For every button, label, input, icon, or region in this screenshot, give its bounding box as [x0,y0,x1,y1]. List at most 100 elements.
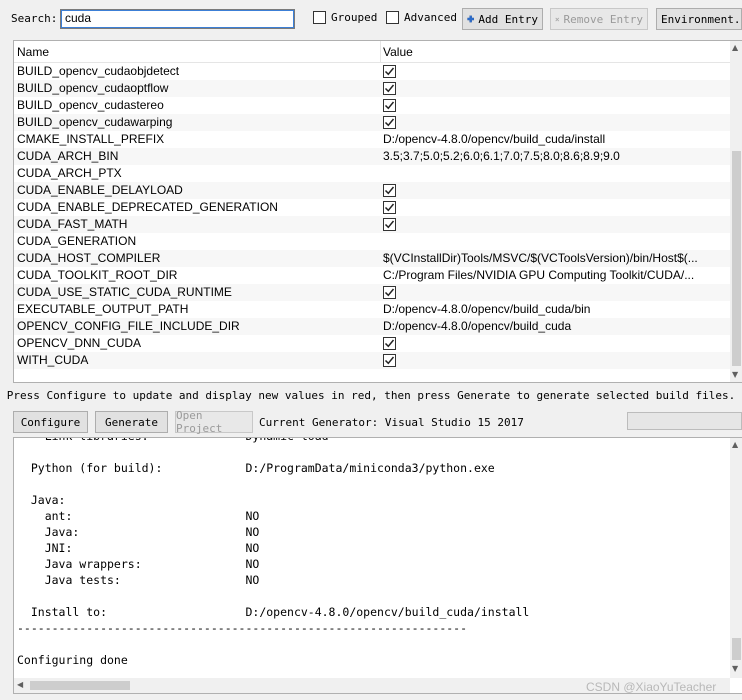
variable-value[interactable]: 3.5;3.7;5.0;5.2;6.0;6.1;7.0;7.5;8.0;8.6;… [383,149,728,163]
variable-name: OPENCV_CONFIG_FILE_INCLUDE_DIR [17,319,240,333]
variable-value[interactable]: D:/opencv-4.8.0/opencv/build_cuda/instal… [383,132,728,146]
table-scrollbar-thumb[interactable] [732,151,741,366]
log-scrollbar-thumb[interactable] [732,638,741,660]
variable-value[interactable]: C:/Program Files/NVIDIA GPU Computing To… [383,268,728,282]
variable-name: CMAKE_INSTALL_PREFIX [17,132,165,146]
variable-name: BUILD_opencv_cudawarping [17,115,173,129]
log-scroll-left-arrow-icon[interactable]: ◀ [17,680,23,689]
environment-label: Environment... [661,12,741,26]
value-checkbox[interactable] [383,99,396,112]
value-checkbox[interactable] [383,337,396,350]
log-horizontal-scrollbar-thumb[interactable] [30,681,130,690]
value-checkbox[interactable] [383,286,396,299]
checkmark-icon [384,67,395,76]
variable-name: CUDA_HOST_COMPILER [17,251,161,265]
generate-button[interactable]: Generate [95,411,168,433]
table-row[interactable]: BUILD_opencv_cudaoptflow [14,80,730,97]
table-row[interactable]: CUDA_GENERATION [14,233,730,250]
table-row[interactable]: CUDA_TOOLKIT_ROOT_DIR C:/Program Files/NV… [14,267,730,284]
advanced-checkbox[interactable]: Advanced [386,11,457,24]
variable-value[interactable]: D:/opencv-4.8.0/opencv/build_cuda [383,319,728,333]
output-log[interactable]: Link libraries: Dynamic load Python (for… [13,437,742,694]
value-checkbox[interactable] [383,354,396,367]
scroll-down-arrow-icon[interactable]: ▼ [732,370,738,379]
column-header-value[interactable]: Value [383,45,413,59]
checkmark-icon [384,203,395,212]
table-row[interactable]: OPENCV_CONFIG_FILE_INCLUDE_DIR D:/opencv-… [14,318,730,335]
table-row[interactable]: CMAKE_INSTALL_PREFIX D:/opencv-4.8.0/open… [14,131,730,148]
search-label: Search: [11,12,58,25]
log-lines: Link libraries: Dynamic load Python (for… [17,438,529,668]
add-entry-button[interactable]: Add Entry [462,8,543,30]
log-scrollbar[interactable]: ▲ ▼ [730,438,742,678]
checkmark-icon [384,186,395,195]
variable-value[interactable]: $(VCInstallDir)Tools/MSVC/$(VCToolsVersi… [383,251,728,265]
add-entry-label: Add Entry [478,12,538,26]
checkmark-icon [384,84,395,93]
search-input[interactable]: cuda [60,9,295,29]
variable-name: CUDA_ENABLE_DELAYLOAD [17,183,183,197]
log-scroll-down-arrow-icon[interactable]: ▼ [732,664,738,673]
log-line: Java: NO [17,525,260,539]
table-row[interactable]: CUDA_ARCH_BIN 3.5;3.7;5.0;5.2;6.0;6.1;7.0… [14,148,730,165]
log-line: Configuring done [17,653,128,667]
table-row[interactable]: OPENCV_DNN_CUDA [14,335,730,352]
variable-name: EXECUTABLE_OUTPUT_PATH [17,302,189,316]
table-row[interactable]: BUILD_opencv_cudaobjdetect [14,63,730,80]
scroll-up-arrow-icon[interactable]: ▲ [732,43,738,52]
variable-name: BUILD_opencv_cudastereo [17,98,164,112]
value-checkbox[interactable] [383,184,396,197]
column-separator[interactable] [380,41,381,63]
checkmark-icon [384,118,395,127]
remove-icon [555,17,560,21]
table-row[interactable]: WITH_CUDA [14,352,730,369]
progress-bar [627,412,742,430]
log-line: Java tests: NO [17,573,260,587]
value-checkbox[interactable] [383,218,396,231]
table-rows: BUILD_opencv_cudaobjdetect BUILD_opencv_c… [14,63,730,369]
variable-name: CUDA_TOOLKIT_ROOT_DIR [17,268,178,282]
open-project-button[interactable]: Open Project [175,409,253,435]
table-row[interactable]: BUILD_opencv_cudastereo [14,97,730,114]
log-line: JNI: NO [17,541,260,555]
current-generator-label: Current Generator: Visual Studio 15 2017 [259,416,524,429]
variable-name: OPENCV_DNN_CUDA [17,336,142,350]
remove-entry-button[interactable]: Remove Entry [550,8,648,30]
log-line: Java wrappers: NO [17,557,260,571]
variable-name: WITH_CUDA [17,353,89,367]
grouped-label: Grouped [331,11,378,24]
table-scrollbar[interactable]: ▲ ▼ [730,41,742,382]
log-scroll-up-arrow-icon[interactable]: ▲ [732,440,738,449]
variable-name: CUDA_ENABLE_DEPRECATED_GENERATION [17,200,278,214]
column-header-name[interactable]: Name [17,45,49,59]
environment-button[interactable]: Environment... [656,8,742,30]
checkmark-icon [384,288,395,297]
value-checkbox[interactable] [383,65,396,78]
checkmark-icon [384,220,395,229]
table-row[interactable]: CUDA_ENABLE_DELAYLOAD [14,182,730,199]
table-row[interactable]: CUDA_USE_STATIC_CUDA_RUNTIME [14,284,730,301]
checkmark-icon [384,339,395,348]
value-checkbox[interactable] [383,116,396,129]
table-row[interactable]: CUDA_ARCH_PTX [14,165,730,182]
configure-button[interactable]: Configure [13,411,88,433]
value-checkbox[interactable] [383,82,396,95]
table-row[interactable]: BUILD_opencv_cudawarping [14,114,730,131]
table-header: Name Value [14,41,730,63]
grouped-checkbox[interactable]: Grouped [313,11,377,24]
log-line: ----------------------------------------… [17,621,468,635]
remove-entry-label: Remove Entry [563,12,643,26]
table-row[interactable]: EXECUTABLE_OUTPUT_PATH D:/opencv-4.8.0/op… [14,301,730,318]
advanced-checkbox-box[interactable] [386,11,399,24]
table-row[interactable]: CUDA_FAST_MATH [14,216,730,233]
variable-value[interactable]: D:/opencv-4.8.0/opencv/build_cuda/bin [383,302,728,316]
grouped-checkbox-box[interactable] [313,11,326,24]
plus-icon [467,15,475,23]
table-row[interactable]: CUDA_HOST_COMPILER $(VCInstallDir)Tools/M… [14,250,730,267]
log-line: Link libraries: Dynamic load [17,438,529,444]
table-row[interactable]: CUDA_ENABLE_DEPRECATED_GENERATION [14,199,730,216]
value-checkbox[interactable] [383,201,396,214]
